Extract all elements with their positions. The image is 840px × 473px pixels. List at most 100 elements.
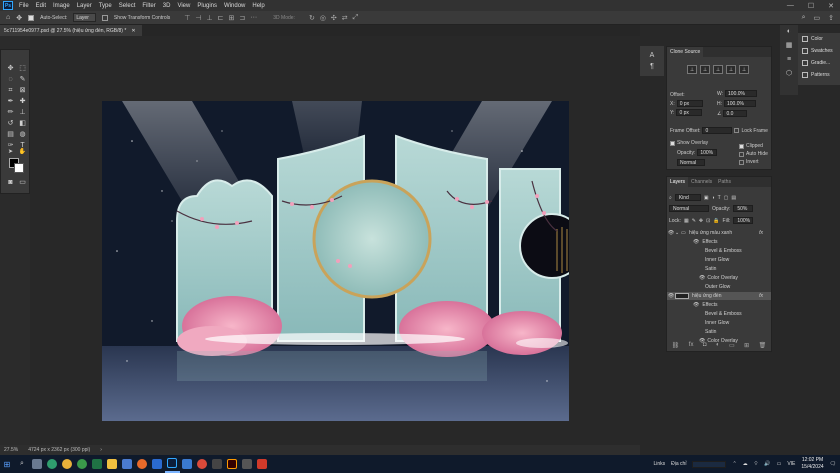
show-transform-checkbox[interactable] — [101, 14, 108, 21]
layer-filter-dropdown[interactable]: Kind — [674, 194, 701, 201]
layer-row[interactable]: 👁 ⌄ ▭ hiệu ứng màu xanh fx — [667, 229, 771, 237]
background-color-swatch[interactable] — [14, 163, 24, 173]
notifications-icon[interactable]: 🗨 — [830, 461, 836, 467]
align-top-icon[interactable]: ⊤ — [184, 14, 190, 22]
excel-app-icon[interactable] — [90, 455, 105, 473]
share-icon[interactable]: ⇪ — [828, 14, 834, 22]
offset-y-input[interactable]: 0 px — [676, 109, 703, 116]
volume-icon[interactable]: 🔊 — [764, 461, 770, 467]
network-icon[interactable]: ⌔ — [754, 461, 759, 467]
screen-mode-icon[interactable]: ▭ — [18, 178, 27, 187]
swatches-panel-icon[interactable]: ▦ — [780, 39, 798, 53]
mail-app-icon[interactable] — [180, 455, 195, 473]
quick-select-tool-icon[interactable]: ✎ — [18, 75, 27, 84]
add-style-icon[interactable]: fx — [689, 342, 694, 349]
app-icon[interactable] — [210, 455, 225, 473]
clone-stamp-slot-1-icon[interactable]: ⊥ — [687, 65, 697, 74]
store-app-icon[interactable] — [120, 455, 135, 473]
path-select-tool-icon[interactable]: ➤ — [6, 148, 15, 157]
clock[interactable]: 12:02 PM 15/4/2024 — [801, 457, 823, 471]
settings-app-icon[interactable] — [240, 455, 255, 473]
align-center-icon[interactable]: ⊞ — [229, 14, 235, 22]
delete-layer-icon[interactable]: 🗑 — [759, 342, 767, 349]
battery-icon[interactable]: ▭ — [777, 461, 782, 467]
explorer-app-icon[interactable] — [105, 455, 120, 473]
auto-select-dropdown[interactable]: Layer — [73, 13, 96, 22]
maximize-button[interactable]: ☐ — [808, 2, 814, 10]
effect-row[interactable]: Inner Glow — [667, 256, 771, 264]
3d-rotate-icon[interactable]: ↻ — [309, 14, 315, 22]
chrome-2-app-icon[interactable] — [195, 455, 210, 473]
tab-channels[interactable]: Channels — [688, 177, 716, 187]
overlay-blend-dropdown[interactable]: Normal — [677, 159, 705, 166]
weather-icon[interactable]: ☁ — [743, 461, 748, 467]
filter-smart-icon[interactable]: ▤ — [731, 195, 736, 201]
effect-row[interactable]: Outer Glow — [667, 283, 771, 291]
tray-address[interactable]: Địa chỉ — [671, 461, 686, 467]
workspace-icon[interactable]: ▭ — [814, 14, 821, 22]
eyedropper-tool-icon[interactable]: ✒ — [6, 97, 15, 106]
lock-artboard-icon[interactable]: ⊡ — [706, 218, 710, 224]
windows-start-icon[interactable]: ⊞ — [0, 455, 14, 473]
visibility-eye-icon[interactable]: 👁 — [667, 293, 675, 299]
clipped-checkbox[interactable] — [739, 143, 744, 149]
clone-stamp-slot-5-icon[interactable]: ⊥ — [739, 65, 749, 74]
adjustment-layer-icon[interactable]: ◐ — [716, 342, 720, 349]
filter-type-icon[interactable]: T — [718, 195, 721, 201]
3d-pan-icon[interactable]: ✣ — [331, 14, 337, 22]
new-group-icon[interactable]: ▭ — [729, 342, 735, 349]
tray-overflow-icon[interactable]: ⌃ — [732, 461, 736, 467]
menu-view[interactable]: View — [177, 3, 190, 9]
home-icon[interactable]: ⌂ — [6, 14, 10, 21]
clone-stamp-slot-3-icon[interactable]: ⊥ — [713, 65, 723, 74]
fill-input[interactable]: 100% — [733, 217, 754, 224]
align-middle-icon[interactable]: ⊣ — [195, 14, 201, 22]
illustrator-app-icon[interactable] — [225, 455, 240, 473]
photoshop-app-icon[interactable] — [164, 455, 180, 473]
taskbar-search-icon[interactable]: ⌕ — [20, 460, 24, 468]
lock-frame-checkbox[interactable] — [734, 128, 740, 133]
layer-row-selected[interactable]: 👁 hiệu ứng đèn fx — [667, 292, 771, 300]
frame-offset-input[interactable]: 0 — [702, 127, 733, 134]
blend-mode-dropdown[interactable]: Normal — [669, 205, 709, 212]
auto-hide-checkbox[interactable] — [739, 151, 744, 157]
effects-eye-icon[interactable]: 👁 — [693, 239, 699, 245]
menu-image[interactable]: Image — [53, 3, 70, 9]
menu-type[interactable]: Type — [99, 3, 112, 9]
menu-edit[interactable]: Edit — [36, 3, 46, 9]
menu-layer[interactable]: Layer — [77, 3, 92, 9]
offset-x-input[interactable]: 0 px — [676, 100, 703, 107]
3d-scale-icon[interactable]: ⤢ — [353, 14, 359, 22]
angle-input[interactable]: 0.0 — [723, 110, 748, 117]
language-indicator[interactable]: VIE — [787, 461, 795, 467]
more-options-icon[interactable]: ··· — [250, 14, 257, 22]
blur-tool-icon[interactable]: ◍ — [18, 130, 27, 139]
tab-layers[interactable]: Layers — [667, 177, 689, 187]
new-layer-icon[interactable]: ⊞ — [744, 342, 749, 349]
3d-panel-icon[interactable]: ⬡ — [780, 67, 798, 81]
align-bottom-icon[interactable]: ⊥ — [207, 14, 213, 22]
color-panel-tab[interactable]: Color — [798, 33, 840, 45]
close-tab-icon[interactable]: ✕ — [131, 28, 135, 34]
coccoc-app-icon[interactable] — [75, 455, 90, 473]
effect-eye-icon[interactable]: 👁 — [699, 275, 705, 281]
link-layers-icon[interactable]: ⛓ — [672, 342, 680, 349]
add-mask-icon[interactable]: ◘ — [703, 342, 707, 349]
minimize-button[interactable]: — — [787, 2, 794, 10]
effect-row[interactable]: Bevel & Emboss — [667, 247, 771, 255]
menu-3d[interactable]: 3D — [163, 3, 171, 9]
effect-row[interactable]: Inner Glow — [667, 319, 771, 327]
menu-filter[interactable]: Filter — [142, 3, 155, 9]
menu-help[interactable]: Help — [252, 3, 264, 9]
align-left-icon[interactable]: ⊏ — [218, 14, 224, 22]
effect-row[interactable]: Bevel & Emboss — [667, 310, 771, 318]
menu-file[interactable]: File — [19, 3, 29, 9]
paragraph-panel-icon[interactable]: ¶ — [640, 63, 664, 70]
scale-h-input[interactable]: 100.0% — [724, 100, 756, 107]
effect-row[interactable]: 👁 Color Overlay — [667, 274, 771, 282]
3d-slide-icon[interactable]: ⇄ — [342, 14, 348, 22]
lock-pixels-icon[interactable]: ▦ — [684, 218, 689, 224]
clone-stamp-slot-4-icon[interactable]: ⊥ — [726, 65, 736, 74]
character-panel-icon[interactable]: A — [640, 52, 664, 59]
clone-source-tab[interactable]: Clone Source — [667, 47, 704, 57]
